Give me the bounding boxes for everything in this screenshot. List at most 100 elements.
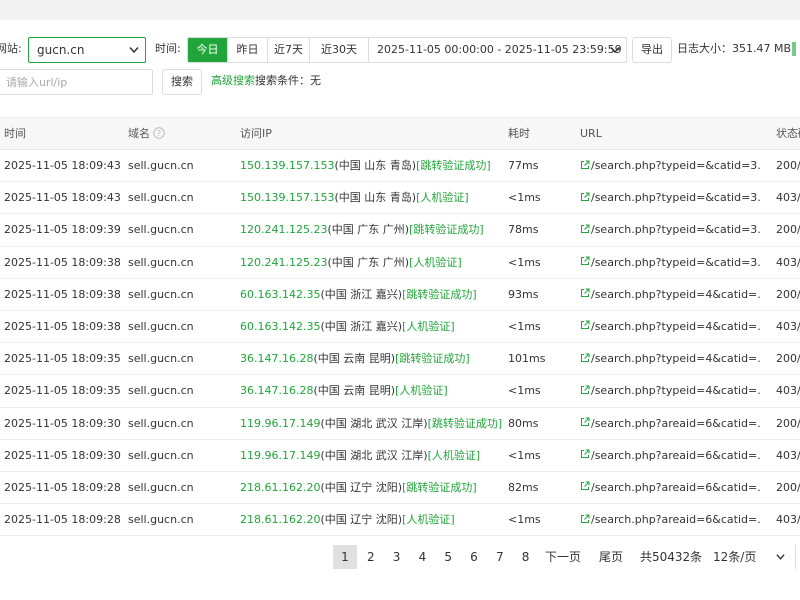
row-domain: sell.gucn.cn bbox=[128, 448, 194, 462]
row-verify-tag[interactable]: [跳转验证成功] bbox=[395, 352, 470, 365]
row-ip-link[interactable]: 119.96.17.149 bbox=[240, 449, 320, 462]
row-ip-link[interactable]: 60.163.142.35 bbox=[240, 320, 320, 333]
row-cost: <1ms bbox=[508, 255, 541, 269]
log-size-label: 日志大小： bbox=[677, 42, 732, 55]
row-url[interactable]: /search.php?typeid=4&catid=... bbox=[580, 311, 760, 343]
site-select[interactable]: gucn.cn bbox=[28, 37, 146, 63]
header-time: 时间 bbox=[4, 127, 26, 140]
page-6-button[interactable]: 6 bbox=[462, 545, 486, 569]
pagination: 12345678 下一页 尾页 共50432条 12条/页 bbox=[0, 545, 800, 569]
row-cost: <1ms bbox=[508, 384, 541, 398]
header-cost: 耗时 bbox=[508, 127, 530, 140]
row-cost: 78ms bbox=[508, 223, 539, 237]
external-link-icon[interactable] bbox=[580, 224, 590, 234]
row-status: 403/ bbox=[776, 448, 800, 462]
export-button[interactable]: 导出 bbox=[632, 37, 672, 63]
external-link-icon[interactable] bbox=[580, 385, 590, 395]
row-verify-tag[interactable]: [跳转验证成功] bbox=[402, 481, 477, 494]
yesterday-button[interactable]: 昨日 bbox=[228, 38, 268, 62]
external-link-icon[interactable] bbox=[580, 160, 590, 170]
page-1-button[interactable]: 1 bbox=[333, 545, 357, 569]
row-url[interactable]: /search.php?typeid=4&catid=... bbox=[580, 279, 760, 311]
row-ip-location: (中国 辽宁 沈阳) bbox=[320, 513, 403, 527]
row-url[interactable]: /search.php?areaid=6&catid=... bbox=[580, 472, 760, 504]
top-strip bbox=[0, 0, 800, 20]
row-cost: <1ms bbox=[508, 513, 541, 527]
row-verify-tag[interactable]: [跳转验证成功] bbox=[409, 223, 484, 236]
external-link-icon[interactable] bbox=[580, 192, 590, 202]
last-7-days-button[interactable]: 近7天 bbox=[268, 38, 310, 62]
page-8-button[interactable]: 8 bbox=[514, 545, 538, 569]
next-page-button[interactable]: 下一页 bbox=[538, 545, 588, 569]
row-ip-link[interactable]: 218.61.162.20 bbox=[240, 481, 320, 494]
row-ip-link[interactable]: 36.147.16.28 bbox=[240, 384, 313, 397]
row-verify-tag[interactable]: [人机验证] bbox=[402, 513, 455, 526]
row-verify-tag[interactable]: [人机验证] bbox=[409, 256, 462, 269]
row-ip-link[interactable]: 150.139.157.153 bbox=[240, 191, 334, 204]
row-status: 200/ bbox=[776, 352, 800, 366]
last-30-days-button[interactable]: 近30天 bbox=[310, 38, 368, 62]
row-ip-cell: 119.96.17.149(中国 湖北 武汉 江岸)[人机验证] bbox=[240, 440, 480, 472]
row-cost: <1ms bbox=[508, 319, 541, 333]
external-link-icon[interactable] bbox=[580, 256, 590, 266]
row-ip-cell: 218.61.162.20(中国 辽宁 沈阳)[跳转验证成功] bbox=[240, 472, 477, 504]
site-select-value: gucn.cn bbox=[37, 43, 85, 57]
table-row: 2025-11-05 18:09:43 sell.gucn.cn 150.139.1… bbox=[0, 182, 800, 215]
row-url[interactable]: /search.php?typeid=&catid=3... bbox=[580, 214, 760, 246]
external-link-icon[interactable] bbox=[580, 417, 590, 427]
row-domain: sell.gucn.cn bbox=[128, 287, 194, 301]
row-url[interactable]: /search.php?typeid=&catid=3... bbox=[580, 182, 760, 214]
row-verify-tag[interactable]: [跳转验证成功] bbox=[416, 159, 491, 172]
row-verify-tag[interactable]: [人机验证] bbox=[416, 191, 469, 204]
row-url[interactable]: /search.php?typeid=&catid=3... bbox=[580, 150, 760, 182]
row-url[interactable]: /search.php?areaid=6&catid=... bbox=[580, 504, 760, 536]
chevron-down-icon bbox=[129, 47, 139, 54]
help-icon[interactable]: ? bbox=[153, 127, 165, 139]
row-verify-tag[interactable]: [人机验证] bbox=[395, 384, 448, 397]
last-page-button[interactable]: 尾页 bbox=[593, 545, 629, 569]
log-table: 时间 域名? 访问IP 耗时 URL 状态码 2025-11-05 18:09:… bbox=[0, 117, 800, 537]
row-ip-link[interactable]: 60.163.142.35 bbox=[240, 288, 320, 301]
row-ip-link[interactable]: 218.61.162.20 bbox=[240, 513, 320, 526]
date-range-value: 2025-11-05 00:00:00 - 2025-11-05 23:59:5… bbox=[377, 43, 622, 56]
row-domain: sell.gucn.cn bbox=[128, 480, 194, 494]
row-ip-link[interactable]: 150.139.157.153 bbox=[240, 159, 334, 172]
date-quick-buttons: 今日 昨日 近7天 近30天 bbox=[187, 37, 369, 63]
row-ip-link[interactable]: 36.147.16.28 bbox=[240, 352, 313, 365]
page-7-button[interactable]: 7 bbox=[488, 545, 512, 569]
external-link-icon[interactable] bbox=[580, 320, 590, 330]
row-url-text: /search.php?typeid=&catid=3... bbox=[591, 191, 760, 205]
row-verify-tag[interactable]: [人机验证] bbox=[428, 449, 481, 462]
row-verify-tag[interactable]: [人机验证] bbox=[402, 320, 455, 333]
row-url[interactable]: /search.php?typeid=4&catid=... bbox=[580, 375, 760, 407]
external-link-icon[interactable] bbox=[580, 514, 590, 524]
page-4-button[interactable]: 4 bbox=[410, 545, 434, 569]
page-3-button[interactable]: 3 bbox=[385, 545, 409, 569]
external-link-icon[interactable] bbox=[580, 449, 590, 459]
search-button[interactable]: 搜索 bbox=[162, 69, 202, 95]
row-cost: 93ms bbox=[508, 287, 539, 301]
external-link-icon[interactable] bbox=[580, 288, 590, 298]
advanced-search-link[interactable]: 高级搜索 bbox=[211, 69, 255, 95]
row-url-text: /search.php?typeid=&catid=3... bbox=[591, 223, 760, 237]
search-input[interactable] bbox=[0, 69, 153, 95]
row-ip-link[interactable]: 120.241.125.23 bbox=[240, 256, 327, 269]
page-5-button[interactable]: 5 bbox=[436, 545, 460, 569]
row-url[interactable]: /search.php?areaid=6&catid=... bbox=[580, 408, 760, 440]
row-url[interactable]: /search.php?typeid=4&catid=... bbox=[580, 343, 760, 375]
row-url[interactable]: /search.php?areaid=6&catid=... bbox=[580, 440, 760, 472]
page-size-select[interactable]: 12条/页 bbox=[713, 545, 785, 569]
log-size-value: 351.47 MB bbox=[732, 42, 792, 55]
row-url[interactable]: /search.php?typeid=&catid=3... bbox=[580, 247, 760, 279]
external-link-icon[interactable] bbox=[580, 481, 590, 491]
row-status: 403/ bbox=[776, 255, 800, 269]
date-range-picker[interactable]: 2025-11-05 00:00:00 - 2025-11-05 23:59:5… bbox=[368, 37, 627, 63]
external-link-icon[interactable] bbox=[580, 353, 590, 363]
row-verify-tag[interactable]: [跳转验证成功] bbox=[402, 288, 477, 301]
row-verify-tag[interactable]: [跳转验证成功] bbox=[428, 417, 503, 430]
today-button[interactable]: 今日 bbox=[188, 38, 228, 62]
page-2-button[interactable]: 2 bbox=[359, 545, 383, 569]
row-ip-link[interactable]: 119.96.17.149 bbox=[240, 417, 320, 430]
row-ip-link[interactable]: 120.241.125.23 bbox=[240, 223, 327, 236]
row-domain: sell.gucn.cn bbox=[128, 384, 194, 398]
